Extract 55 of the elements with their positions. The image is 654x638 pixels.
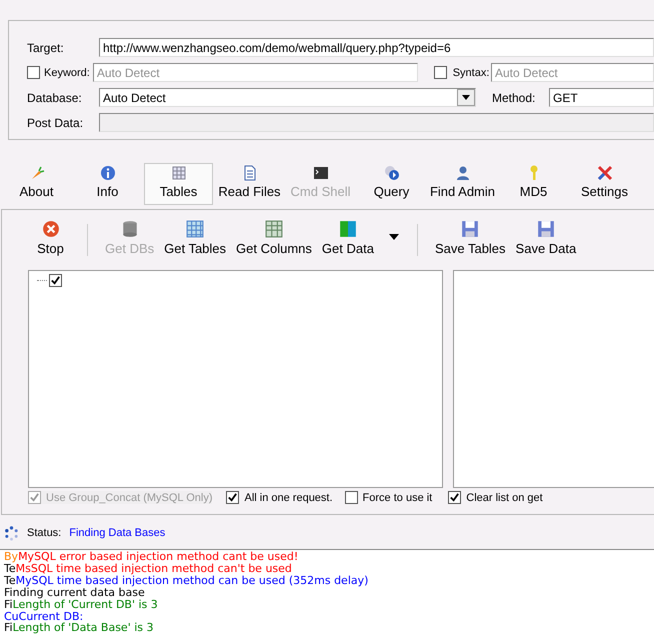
tab[interactable]: MD5 — [499, 163, 568, 205]
target-field[interactable]: http://www.wenzhangseo.com/demo/webmall/query.php?typeid=6 — [99, 38, 654, 57]
syntax-checkbox[interactable] — [434, 66, 447, 79]
keyword-checkbox[interactable] — [27, 66, 40, 79]
toolbar-button[interactable]: Save Tables — [430, 220, 511, 256]
tab[interactable]: Read Files — [215, 163, 284, 205]
tab[interactable]: Settings — [570, 163, 639, 205]
target-label: Target: — [27, 40, 65, 54]
log-line: Finding current data base — [4, 586, 145, 599]
database-label: Database: — [27, 90, 83, 104]
option-checkbox[interactable] — [448, 491, 462, 504]
keyword-field[interactable]: Auto Detect — [92, 63, 418, 82]
log-line: FiLength of 'Data Base' is 3 — [4, 622, 155, 634]
tree-checkbox[interactable] — [49, 274, 62, 287]
method-label: Method: — [492, 90, 536, 104]
spinner-icon — [4, 526, 19, 540]
terminal-icon — [312, 165, 328, 181]
toolbar-button[interactable]: Stop — [28, 220, 73, 256]
toolbar-button[interactable]: Save Data — [510, 220, 582, 256]
stop-icon — [42, 220, 60, 238]
query-icon — [384, 165, 400, 181]
status-text: Finding Data Bases — [69, 527, 166, 539]
tab[interactable]: About — [2, 163, 71, 205]
option-label: Use Group_Concat (MySQL Only) — [46, 492, 212, 504]
option-checkbox[interactable] — [226, 491, 240, 504]
columns-icon — [264, 220, 283, 238]
tab[interactable]: Info — [73, 163, 142, 205]
toolbar-button[interactable]: Get Columns — [231, 220, 317, 256]
log-line: CuCurrent DB: — [4, 610, 84, 622]
method-field[interactable]: GET — [549, 88, 654, 107]
tab[interactable]: Find Admin — [428, 163, 497, 205]
log-line: ByMySQL error based injection method cant be used! — [4, 551, 300, 563]
toolbar-button[interactable]: Get Tables — [159, 220, 232, 256]
info-icon — [100, 165, 116, 181]
option-checkbox[interactable] — [344, 491, 358, 504]
table-icon — [170, 165, 186, 181]
post-data-label: Post Data: — [27, 116, 84, 130]
keyword-label: Keyword: — [44, 66, 90, 78]
log-line: TeMsSQL time based injection method can't be used — [4, 562, 293, 575]
document-icon — [242, 165, 258, 181]
caret-icon[interactable] — [388, 234, 399, 240]
syntax-field[interactable]: Auto Detect — [491, 63, 654, 82]
option-label: Clear list on get — [466, 492, 543, 504]
post-data-field[interactable] — [99, 113, 654, 132]
tab[interactable]: Tables — [144, 163, 213, 205]
tab[interactable]: Query — [357, 163, 426, 205]
option-label: All in one request. — [244, 492, 333, 504]
log-line: TeMySQL time based injection method can be used (352ms delay) — [4, 574, 370, 587]
syntax-label: Syntax: — [452, 66, 490, 78]
option-label: Force to use it — [362, 492, 432, 504]
log-line: FiLength of 'Current DB' is 3 — [4, 598, 159, 611]
database-icon — [120, 220, 139, 238]
status-label: Status: — [27, 527, 62, 539]
database-dropdown[interactable]: Auto Detect — [99, 88, 476, 107]
toolbar-button[interactable]: Get Data — [316, 220, 379, 256]
